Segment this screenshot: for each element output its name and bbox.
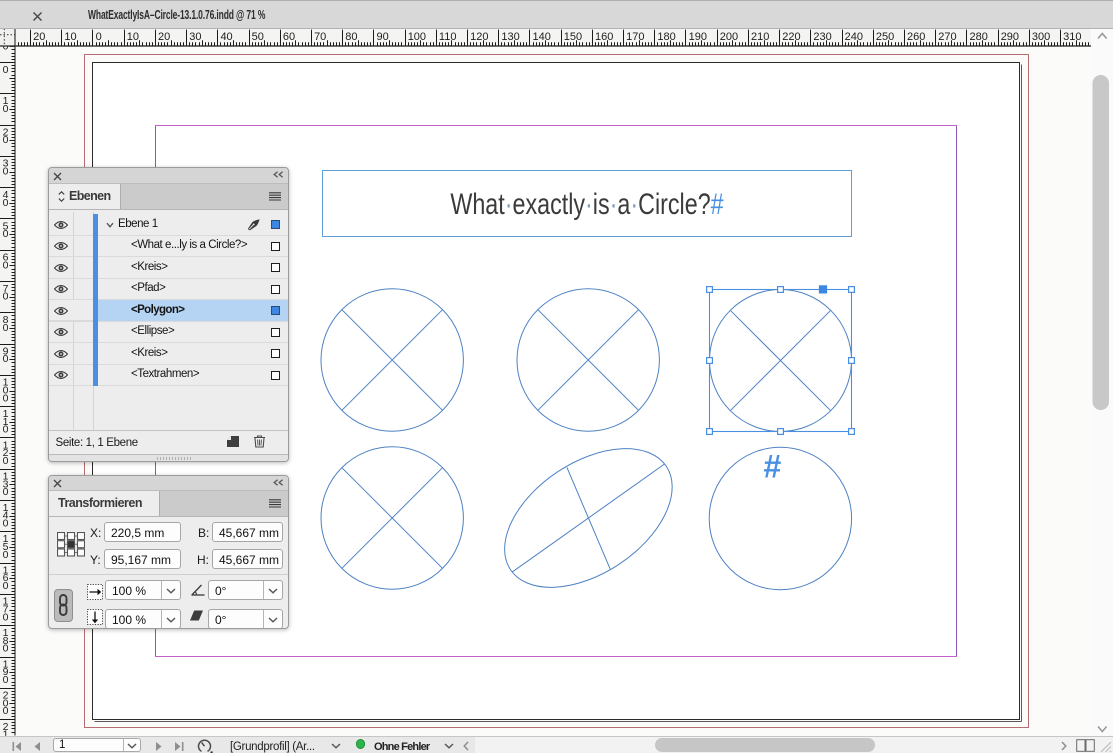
svg-text:130: 130	[501, 31, 519, 43]
svg-text:220: 220	[782, 31, 800, 43]
svg-text:170: 170	[626, 31, 644, 43]
svg-text:0: 0	[3, 674, 9, 686]
svg-text:250: 250	[876, 31, 894, 43]
svg-text:0: 0	[3, 259, 9, 271]
svg-text:120: 120	[470, 31, 488, 43]
svg-text:30: 30	[189, 31, 201, 43]
svg-text:300: 300	[1032, 31, 1050, 43]
svg-text:0: 0	[3, 643, 9, 655]
svg-text:0: 0	[3, 705, 9, 717]
svg-text:0: 0	[3, 611, 9, 623]
svg-text:0: 0	[3, 64, 9, 76]
svg-text:20: 20	[158, 31, 170, 43]
svg-text:190: 190	[689, 31, 707, 43]
svg-text:140: 140	[533, 31, 551, 43]
svg-text:0: 0	[3, 455, 9, 467]
svg-text:160: 160	[595, 31, 613, 43]
svg-text:0: 0	[3, 517, 9, 529]
svg-text:40: 40	[220, 31, 232, 43]
svg-text:50: 50	[252, 31, 264, 43]
svg-text:80: 80	[345, 31, 357, 43]
svg-text:230: 230	[813, 31, 831, 43]
svg-text:#: #	[764, 449, 782, 485]
svg-text:0: 0	[3, 197, 9, 209]
svg-text:100: 100	[408, 31, 426, 43]
svg-text:70: 70	[314, 31, 326, 43]
svg-text:0: 0	[3, 486, 9, 498]
svg-text:0: 0	[3, 580, 9, 592]
svg-text:110: 110	[439, 31, 457, 43]
svg-text:0: 0	[3, 353, 9, 365]
svg-text:90: 90	[376, 31, 388, 43]
svg-text:0: 0	[3, 424, 9, 436]
svg-text:200: 200	[720, 31, 738, 43]
svg-text:0: 0	[3, 291, 9, 303]
svg-text:150: 150	[564, 31, 582, 43]
svg-text:240: 240	[845, 31, 863, 43]
svg-text:210: 210	[751, 31, 769, 43]
svg-text:0: 0	[3, 165, 9, 177]
svg-text:0: 0	[3, 228, 9, 240]
svg-text:180: 180	[657, 31, 675, 43]
svg-text:20: 20	[33, 31, 45, 43]
svg-text:280: 280	[969, 31, 987, 43]
svg-text:290: 290	[1001, 31, 1019, 43]
svg-text:0: 0	[3, 549, 9, 561]
svg-text:0: 0	[96, 31, 102, 43]
svg-text:270: 270	[938, 31, 956, 43]
svg-text:0: 0	[3, 103, 9, 115]
svg-text:10: 10	[127, 31, 139, 43]
svg-text:10: 10	[64, 31, 76, 43]
svg-text:0: 0	[3, 322, 9, 334]
svg-text:0: 0	[3, 392, 9, 404]
svg-text:260: 260	[907, 31, 925, 43]
svg-text:60: 60	[283, 31, 295, 43]
svg-text:310: 310	[1063, 31, 1081, 43]
svg-text:0: 0	[3, 134, 9, 146]
